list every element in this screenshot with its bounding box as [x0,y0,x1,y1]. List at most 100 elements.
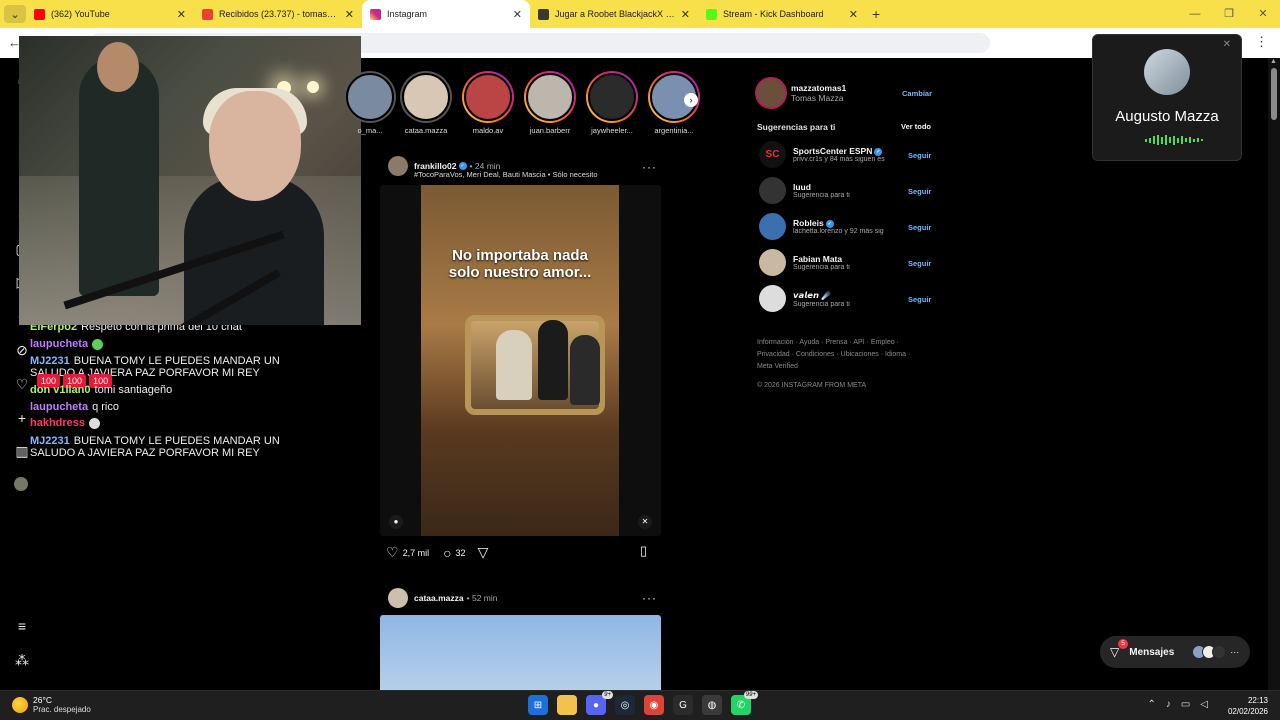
windows-start-icon[interactable]: ⊞ [528,695,548,715]
tab-kick[interactable]: Stream - Kick Dashboard ✕ [698,0,866,28]
story-item[interactable]: maldo.av [458,71,518,135]
post-media[interactable] [380,615,661,690]
espn-logo[interactable]: SC [759,141,786,168]
close-tab-icon[interactable]: ✕ [681,8,690,21]
post-audio-line[interactable]: #TocoParaVos, Meri Deal, Bauti Mascia • … [414,170,598,179]
apps-icon[interactable]: ⁂ [14,652,30,668]
clock[interactable]: 22:13 02/02/2026 [1228,695,1268,717]
temperature: 26°C [33,695,52,705]
roobet-icon [538,8,549,20]
see-all-link[interactable]: Ver todo [901,122,931,131]
mute-icon[interactable]: ✕ [638,515,652,529]
compass-icon[interactable]: ⊘ [14,342,30,358]
volume-icon[interactable]: ◁ [1200,699,1208,710]
cam-person-head [97,42,139,92]
close-tab-icon[interactable]: ✕ [849,8,858,21]
maximize-icon[interactable]: ❐ [1212,0,1246,28]
scrollbar-thumb[interactable] [1271,68,1277,120]
chevron-up-icon[interactable]: ⌃ [1147,699,1155,710]
story-item[interactable]: jaywheeler... [582,71,642,135]
more-options-icon[interactable]: ··· [642,591,657,605]
close-tab-icon[interactable]: ✕ [513,8,522,21]
story-item[interactable]: cataa.mazza [396,71,456,135]
like-icon[interactable]: ♡ [386,544,399,561]
close-window-icon[interactable]: ✕ [1246,0,1280,28]
avatar[interactable] [759,249,786,276]
chrome-icon[interactable]: ◉ [644,695,664,715]
microphone-icon[interactable]: ♪ [1166,699,1171,710]
follow-button[interactable]: Seguir [908,223,931,232]
profile-avatar[interactable] [14,477,28,491]
close-icon[interactable]: ✕ [1223,39,1231,50]
scrollbar[interactable]: ▲ [1268,58,1280,690]
my-username[interactable]: mazzatomas1 [791,83,846,93]
verified-icon: ✓ [825,219,834,228]
suggestion-row: 𝙫𝙖𝙡𝙚𝙣 ☄️ Sugerencia para ti [759,285,931,312]
file-explorer-icon[interactable] [557,695,577,715]
suggestion-name[interactable]: SportsCenter ESPN [793,146,872,156]
scroll-up-icon[interactable]: ▲ [1270,58,1277,65]
dashboard-icon[interactable]: ▥ [14,443,30,459]
story-item[interactable]: juan.barberr [520,71,580,135]
chat-message: hakhdress [30,417,101,429]
bookmark-icon[interactable]: ▯ [640,543,647,559]
avatar[interactable] [388,156,408,176]
emote-icon [89,417,101,429]
chat-message: don v1llan0 tomi santiageño [30,384,172,396]
menu-icon[interactable]: ≡ [14,618,30,634]
discord-icon[interactable]: ● 9+ [586,691,613,715]
footer-line[interactable]: Meta Verified [757,361,937,373]
avatar[interactable] [759,213,786,240]
suggestion-name[interactable]: luud [793,182,901,192]
story-username: jaywheeler... [591,126,633,135]
app-icon[interactable]: G [673,695,693,715]
close-tab-icon[interactable]: ✕ [345,8,354,21]
tagged-user-icon[interactable]: ● [389,515,403,529]
chat-username: hakhdress [30,417,86,429]
new-tab-button[interactable]: + [872,6,880,22]
whatsapp-icon[interactable]: ✆ 99+ [731,691,758,715]
obs-icon[interactable]: ◍ [702,695,722,715]
taskbar-apps: ⊞ ● 9+ ◎ ◉ G ◍ ✆ 99+ [528,691,758,715]
messages-button[interactable]: ▽ 5 Mensajes ··· [1100,636,1250,668]
switch-account-link[interactable]: Cambiar [902,89,932,98]
create-icon[interactable]: + [14,410,30,426]
follow-button[interactable]: Seguir [908,259,931,268]
tab-search-button[interactable]: ⌄ [4,5,26,23]
clock-date: 02/02/2026 [1227,707,1268,716]
steam-icon[interactable]: ◎ [615,695,635,715]
follow-button[interactable]: Seguir [908,151,931,160]
footer-line[interactable]: Información · Ayuda · Prensa · API · Emp… [757,337,937,349]
comment-icon[interactable]: ○ [443,545,451,561]
post-header: cataa.mazza • 52 min [388,588,497,608]
follow-button[interactable]: Seguir [908,295,931,304]
footer-line[interactable]: Privacidad · Condiciones · Ubicaciones ·… [757,349,937,361]
chevron-right-icon[interactable]: › [684,93,698,107]
more-menu-icon[interactable]: ⋮ [1255,34,1268,50]
whatsapp-badge: 99+ [743,691,758,699]
story-username: argentinia... [654,126,694,135]
tab-instagram[interactable]: Instagram ✕ [362,0,530,28]
more-options-icon[interactable]: ··· [642,160,657,174]
avatar[interactable] [755,77,787,109]
heart-icon[interactable]: ♡ [14,376,30,392]
tab-youtube[interactable]: (362) YouTube ✕ [26,0,194,28]
weather-widget[interactable]: 26°C Prac. despejado [12,695,91,714]
minimize-icon[interactable]: — [1178,0,1212,28]
close-tab-icon[interactable]: ✕ [177,8,186,21]
suggestion-name[interactable]: Robleis [793,218,824,228]
tab-gmail[interactable]: Recibidos (23.737) - tomasmazza ✕ [194,0,362,28]
suggestion-name[interactable]: 𝙫𝙖𝙡𝙚𝙣 ☄️ [793,290,901,301]
share-icon[interactable]: ▽ [478,544,489,561]
avatar[interactable] [388,588,408,608]
post-media[interactable]: No importaba nada solo nuestro amor... ●… [380,185,661,536]
story-item[interactable]: o_ma... [340,71,400,135]
network-icon[interactable]: ▭ [1181,699,1190,710]
weather-condition: Prac. despejado [33,705,91,714]
post-username[interactable]: cataa.mazza [414,593,464,603]
default-avatar-icon[interactable] [759,285,786,312]
avatar[interactable] [759,177,786,204]
suggestion-name[interactable]: Fabian Mata [793,254,901,264]
follow-button[interactable]: Seguir [908,187,931,196]
tab-roobet[interactable]: Jugar a Roobet BlackjackX 2 - R ✕ [530,0,698,28]
